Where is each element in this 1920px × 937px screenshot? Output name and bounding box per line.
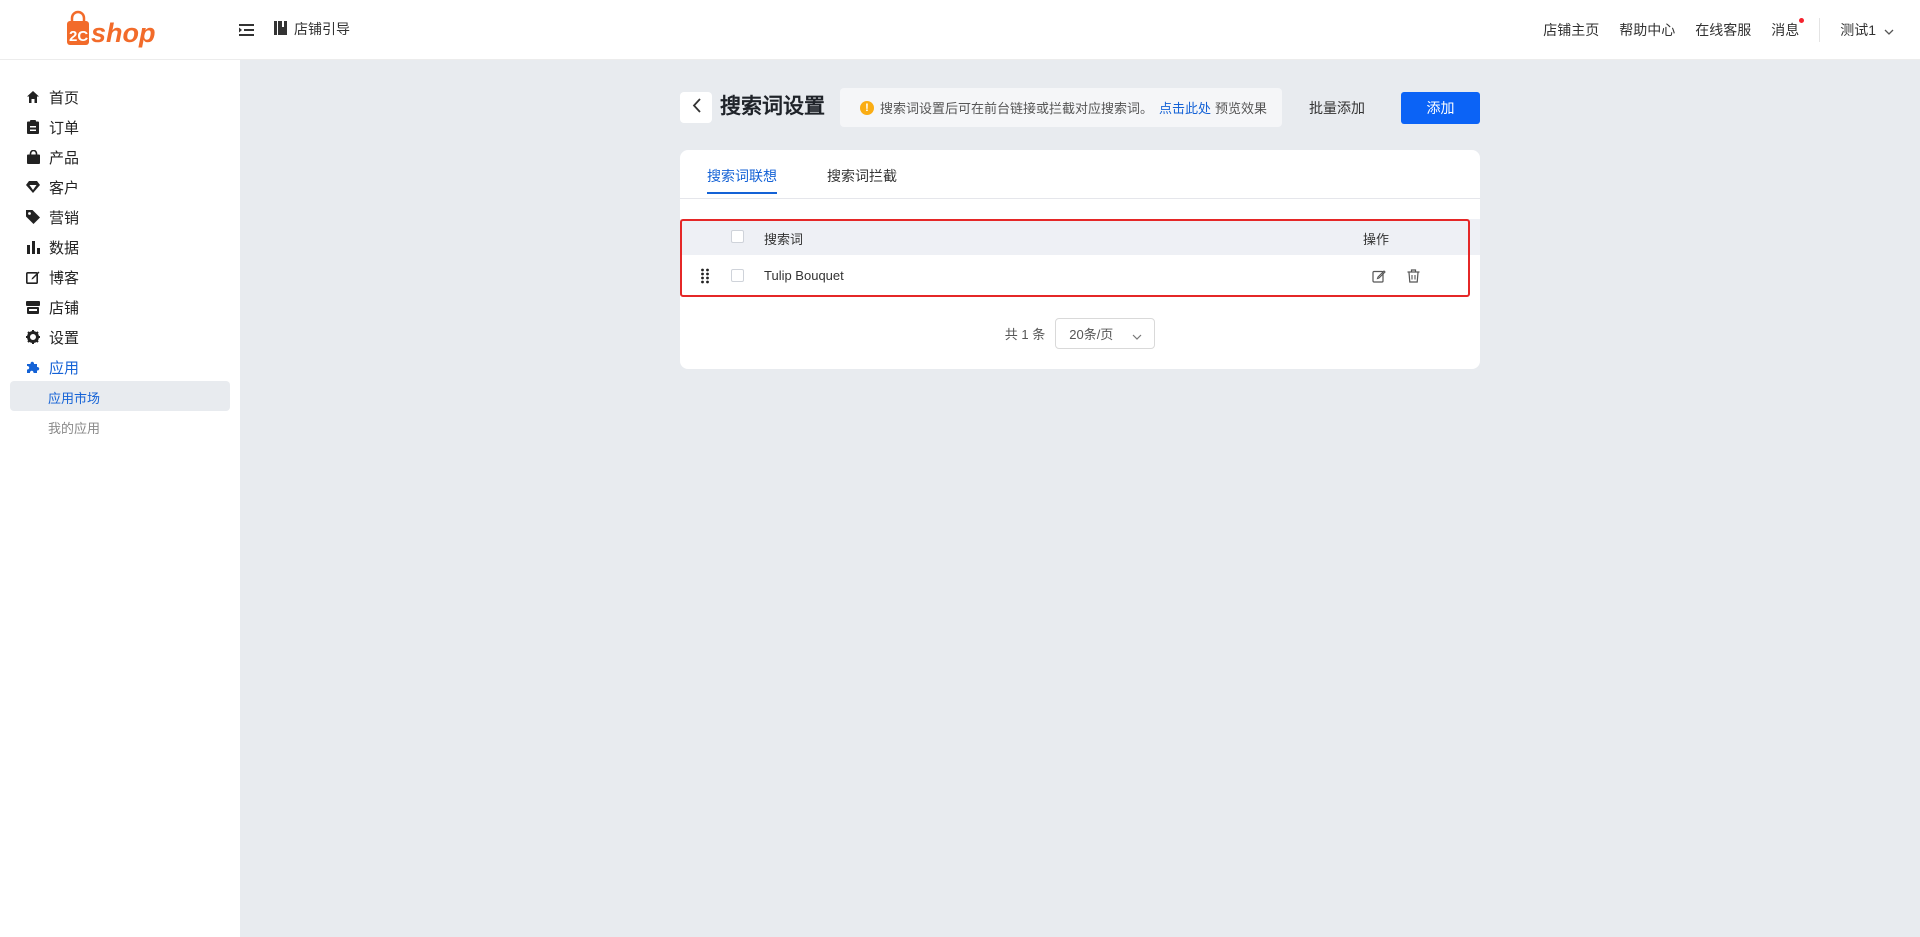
tag-icon xyxy=(26,210,40,224)
notice-suffix: 预览效果 xyxy=(1215,101,1268,116)
table-header: 搜索词 操作 xyxy=(680,219,1480,255)
top-nav: 店铺主页 帮助中心 在线客服 消息 测试1 xyxy=(1523,0,1894,60)
preview-link[interactable]: 点击此处 xyxy=(1159,98,1211,117)
sidebar-item-label: 首页 xyxy=(49,89,80,107)
notice-text: 搜索词设置后可在前台链接或拦截对应搜索词。 xyxy=(880,101,1154,116)
unread-dot xyxy=(1799,18,1805,23)
sidebar-item-label: 营销 xyxy=(49,209,80,227)
sidebar-item-apps[interactable]: 应用 xyxy=(26,355,79,379)
home-icon xyxy=(26,90,40,104)
keywords-card: 搜索词联想 搜索词拦截 搜索词 操作 Tulip Bouquet 共 1 条 2… xyxy=(680,150,1480,369)
sidebar: 首页 订单 产品 客户 营销 数据 博客 店铺 设置 应用 应用市场 我的应用 xyxy=(0,60,240,937)
table-row: Tulip Bouquet xyxy=(680,256,1480,296)
chevron-down-icon xyxy=(1132,328,1142,343)
batch-add-button[interactable]: 批量添加 xyxy=(1295,92,1379,124)
chevron-down-icon xyxy=(1884,22,1894,38)
bar-chart-icon xyxy=(26,240,40,254)
messages-label: 消息 xyxy=(1771,22,1800,38)
sidebar-item-products[interactable]: 产品 xyxy=(26,145,79,169)
sidebar-item-blog[interactable]: 博客 xyxy=(26,265,79,289)
logo[interactable]: 2C shop xyxy=(66,10,176,50)
sidebar-item-customers[interactable]: 客户 xyxy=(26,175,79,199)
sidebar-subitem-my-apps[interactable]: 我的应用 xyxy=(48,418,100,437)
sidebar-item-label: 店铺 xyxy=(49,299,80,317)
svg-text:2C: 2C xyxy=(69,28,88,45)
nav-divider xyxy=(1819,18,1821,42)
user-menu[interactable]: 测试1 xyxy=(1840,20,1894,40)
sidebar-item-label: 应用 xyxy=(49,359,80,377)
sidebar-item-orders[interactable]: 订单 xyxy=(26,115,79,139)
sidebar-item-settings[interactable]: 设置 xyxy=(26,325,79,349)
sidebar-subitem-app-market[interactable]: 应用市场 xyxy=(48,388,100,407)
column-header-keyword: 搜索词 xyxy=(764,232,804,247)
select-all-checkbox[interactable] xyxy=(731,230,744,243)
gear-icon xyxy=(26,330,40,344)
tab-keyword-block[interactable]: 搜索词拦截 xyxy=(827,166,897,186)
column-header-actions: 操作 xyxy=(1363,232,1390,247)
tab-bar: 搜索词联想 搜索词拦截 xyxy=(680,150,1480,199)
sidebar-item-label: 产品 xyxy=(49,149,80,167)
sidebar-subitem-highlight xyxy=(10,381,230,411)
messages-link[interactable]: 消息 xyxy=(1771,18,1805,40)
sidebar-item-data[interactable]: 数据 xyxy=(26,235,79,259)
warning-icon: ! xyxy=(860,100,874,115)
user-name: 测试1 xyxy=(1840,22,1876,38)
add-button[interactable]: 添加 xyxy=(1401,92,1480,124)
keyword-cell: Tulip Bouquet xyxy=(764,268,844,283)
store-home-link[interactable]: 店铺主页 xyxy=(1543,20,1599,40)
edit-icon[interactable] xyxy=(1371,268,1387,284)
sidebar-item-label: 数据 xyxy=(49,239,80,257)
sidebar-item-store[interactable]: 店铺 xyxy=(26,295,79,319)
page-title: 搜索词设置 xyxy=(720,95,825,118)
edit-icon xyxy=(26,270,40,284)
help-center-link[interactable]: 帮助中心 xyxy=(1619,20,1675,40)
logo-text: shop xyxy=(91,18,156,48)
store-guide-link[interactable]: 店铺引导 xyxy=(274,18,350,40)
total-count: 共 1 条 xyxy=(1004,327,1046,342)
top-header: 2C shop 店铺引导 店铺主页 帮助中心 在线客服 消息 测试1 xyxy=(0,0,1920,60)
pagination: 共 1 条 20条/页 xyxy=(680,318,1480,349)
sidebar-item-label: 客户 xyxy=(49,179,80,197)
delete-icon[interactable] xyxy=(1405,268,1421,284)
sidebar-item-label: 设置 xyxy=(49,329,80,347)
menu-toggle-icon[interactable] xyxy=(239,19,255,41)
online-service-link[interactable]: 在线客服 xyxy=(1695,20,1751,40)
bag-icon xyxy=(26,150,40,164)
sidebar-item-label: 博客 xyxy=(49,269,80,287)
row-checkbox[interactable] xyxy=(731,269,744,282)
clipboard-icon xyxy=(26,120,40,134)
sidebar-item-marketing[interactable]: 营销 xyxy=(26,205,79,229)
store-icon xyxy=(26,300,40,314)
puzzle-icon xyxy=(26,360,40,374)
info-notice: ! 搜索词设置后可在前台链接或拦截对应搜索词。 点击此处 预览效果 xyxy=(840,88,1282,127)
gem-icon xyxy=(26,180,40,194)
store-guide-label: 店铺引导 xyxy=(294,21,350,37)
page-size-select[interactable]: 20条/页 xyxy=(1055,318,1156,349)
drag-handle-icon[interactable] xyxy=(700,268,710,289)
page-size-value: 20条/页 xyxy=(1069,327,1114,342)
sidebar-item-home[interactable]: 首页 xyxy=(26,85,79,109)
back-button[interactable] xyxy=(680,92,712,123)
sidebar-item-label: 订单 xyxy=(49,119,80,137)
tab-keyword-suggest[interactable]: 搜索词联想 xyxy=(707,166,777,194)
chevron-left-icon xyxy=(692,97,701,118)
book-icon xyxy=(274,20,287,38)
